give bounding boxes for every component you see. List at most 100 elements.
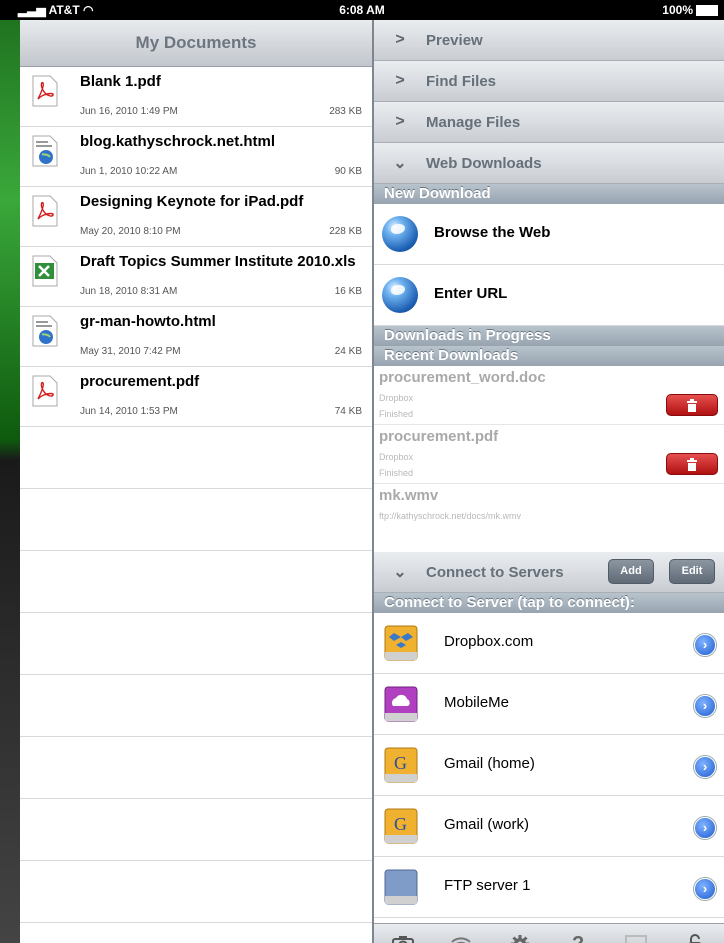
section-connect-servers[interactable]: ⌄ Connect to Servers Add Edit: [374, 552, 724, 593]
document-size: 74 KB: [334, 406, 362, 417]
camera-icon[interactable]: [389, 930, 417, 943]
section-label: Manage Files: [426, 113, 521, 131]
document-name: blog.kathyschrock.net.html: [80, 133, 276, 150]
globe-icon: [382, 277, 418, 313]
document-date: Jun 16, 2010 1:49 PM: [80, 106, 178, 117]
document-name: Blank 1.pdf: [80, 73, 161, 90]
clock: 6:08 AM: [339, 3, 385, 17]
trash-icon: [687, 399, 697, 412]
document-date: May 31, 2010 7:42 PM: [80, 346, 181, 357]
browse-web-label: Browse the Web: [434, 224, 551, 241]
server-row-dropbox[interactable]: Dropbox.com ›: [374, 613, 724, 674]
downloads-in-progress-header: Downloads in Progress: [374, 326, 724, 346]
server-name: FTP server 1: [444, 877, 531, 894]
download-source: ftp://kathyschrock.net/docs/mk.wmv: [379, 511, 522, 521]
document-row[interactable]: blog.kathyschrock.net.html Jun 1, 2010 1…: [20, 127, 372, 187]
download-name: procurement_word.doc: [379, 369, 546, 386]
document-row[interactable]: procurement.pdf Jun 14, 2010 1:53 PM 74 …: [20, 367, 372, 427]
monitor-icon: [622, 930, 650, 943]
server-name: MobileMe: [444, 694, 510, 711]
recent-downloads-header: Recent Downloads: [374, 346, 724, 366]
wifi-icon[interactable]: [447, 930, 475, 943]
server-row-gmail-home[interactable]: G Gmail (home) ›: [374, 735, 724, 796]
download-item[interactable]: procurement_word.doc Dropbox Finished: [374, 366, 724, 425]
documents-pane: My Documents Blank 1.pdf Jun 16, 2010 1:…: [20, 20, 372, 943]
enter-url-label: Enter URL: [434, 285, 508, 302]
disclosure-icon[interactable]: ›: [694, 817, 716, 839]
battery-icon: [696, 4, 718, 16]
html-file-icon: [32, 135, 58, 167]
pdf-icon: [32, 195, 58, 227]
server-row-mobileme[interactable]: MobileMe ›: [374, 674, 724, 735]
section-label: Preview: [426, 31, 483, 49]
section-label: Web Downloads: [426, 154, 542, 172]
pdf-icon: [32, 75, 58, 107]
excel-icon: [32, 255, 58, 287]
enter-url-row[interactable]: Enter URL: [374, 265, 724, 326]
edit-servers-button[interactable]: Edit: [669, 559, 715, 584]
server-name: Dropbox.com: [444, 633, 534, 650]
disclosure-icon[interactable]: ›: [694, 756, 716, 778]
section-label: Connect to Servers: [426, 563, 564, 581]
document-row[interactable]: Blank 1.pdf Jun 16, 2010 1:49 PM 283 KB: [20, 67, 372, 127]
dropbox-drive-icon: [384, 625, 418, 661]
document-size: 228 KB: [329, 226, 362, 237]
download-item[interactable]: mk.wmv ftp://kathyschrock.net/docs/mk.wm…: [374, 484, 724, 555]
server-row-ftp[interactable]: FTP server 1 ›: [374, 857, 724, 918]
pdf-icon: [32, 375, 58, 407]
section-manage-files[interactable]: > Manage Files: [374, 102, 724, 143]
svg-text:G: G: [394, 753, 407, 773]
document-date: May 20, 2010 8:10 PM: [80, 226, 181, 237]
download-source: Dropbox: [379, 393, 414, 403]
tools-pane: > Preview > Find Files > Manage Files ⌄ …: [374, 20, 724, 943]
new-download-header: New Download: [374, 184, 724, 204]
document-row[interactable]: gr-man-howto.html May 31, 2010 7:42 PM 2…: [20, 307, 372, 367]
documents-title: My Documents: [20, 20, 372, 67]
battery-percent: 100%: [662, 3, 693, 17]
server-row-gmail-work[interactable]: G Gmail (work) ›: [374, 796, 724, 857]
disclosure-icon[interactable]: ›: [694, 634, 716, 656]
gear-icon[interactable]: [506, 930, 534, 943]
section-web-downloads[interactable]: ⌄ Web Downloads: [374, 143, 724, 184]
delete-download-button[interactable]: [666, 453, 718, 475]
lock-icon[interactable]: [681, 930, 709, 943]
download-name: mk.wmv: [379, 487, 439, 504]
document-size: 16 KB: [334, 286, 362, 297]
server-name: Gmail (home): [444, 755, 535, 772]
status-bar: ▂▃▅ AT&T ◠ 6:08 AM 100%: [0, 0, 724, 20]
download-source: Dropbox: [379, 452, 414, 462]
html-file-icon: [32, 315, 58, 347]
add-server-button[interactable]: Add: [608, 559, 654, 584]
ftp-drive-icon: [384, 869, 418, 905]
document-row[interactable]: Draft Topics Summer Institute 2010.xls J…: [20, 247, 372, 307]
chevron-right-icon: >: [395, 113, 405, 130]
document-name: procurement.pdf: [80, 373, 200, 390]
gmail-drive-icon: G: [384, 808, 418, 844]
document-size: 90 KB: [334, 166, 362, 177]
document-date: Jun 1, 2010 10:22 AM: [80, 166, 178, 177]
disclosure-icon[interactable]: ›: [694, 878, 716, 900]
document-name: gr-man-howto.html: [80, 313, 216, 330]
section-label: Find Files: [426, 72, 497, 90]
chevron-right-icon: >: [395, 31, 405, 48]
background-wallpaper: [0, 0, 20, 943]
disclosure-icon[interactable]: ›: [694, 695, 716, 717]
document-name: Draft Topics Summer Institute 2010.xls: [80, 253, 356, 270]
download-item[interactable]: procurement.pdf Dropbox Finished: [374, 425, 724, 484]
download-name: procurement.pdf: [379, 428, 499, 445]
bottom-toolbar: ?: [374, 923, 724, 943]
browse-web-row[interactable]: Browse the Web: [374, 204, 724, 265]
connect-server-header: Connect to Server (tap to connect):: [374, 593, 724, 613]
document-row[interactable]: Designing Keynote for iPad.pdf May 20, 2…: [20, 187, 372, 247]
delete-download-button[interactable]: [666, 394, 718, 416]
document-date: Jun 18, 2010 8:31 AM: [80, 286, 178, 297]
section-preview[interactable]: > Preview: [374, 20, 724, 61]
document-size: 283 KB: [329, 106, 362, 117]
chevron-down-icon: ⌄: [393, 564, 407, 581]
document-size: 24 KB: [334, 346, 362, 357]
help-icon[interactable]: ?: [564, 930, 592, 943]
section-find-files[interactable]: > Find Files: [374, 61, 724, 102]
server-name: Gmail (work): [444, 816, 529, 833]
chevron-right-icon: >: [395, 72, 405, 89]
mobileme-drive-icon: [384, 686, 418, 722]
